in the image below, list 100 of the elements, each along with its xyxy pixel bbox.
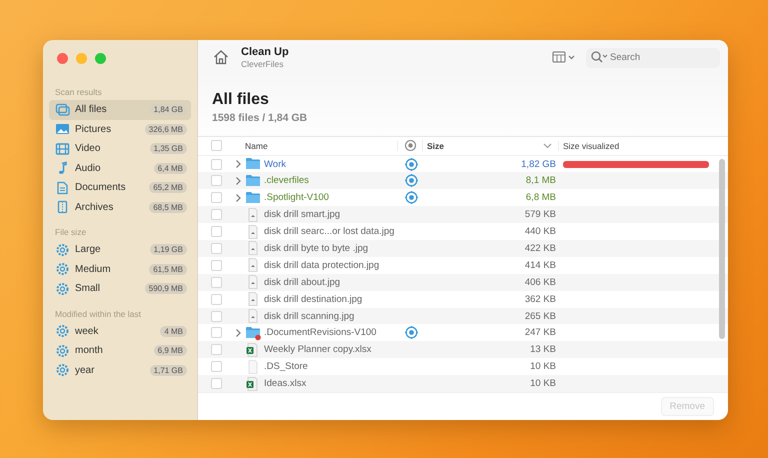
file-size: 414 KB [524, 260, 557, 271]
size-badge: 1,84 GB [150, 104, 187, 116]
file-name: disk drill about.jpg [264, 276, 340, 288]
row-checkbox[interactable] [210, 310, 222, 322]
row-checkbox[interactable] [210, 327, 222, 338]
sidebar-item[interactable]: Documents 65,2 MB [49, 178, 191, 198]
file-size: 579 KB [524, 209, 557, 220]
row-checkbox[interactable] [210, 260, 222, 271]
row-checkbox[interactable] [210, 361, 222, 372]
row-checkbox[interactable] [210, 158, 222, 170]
row-checkbox[interactable] [210, 276, 222, 288]
document-icon [55, 180, 70, 195]
file-size: 362 KB [524, 294, 557, 305]
gear-icon [55, 324, 70, 338]
sidebar-item[interactable]: Video 1,35 GB [49, 139, 191, 158]
file-name: Work [264, 158, 286, 170]
row-checkbox[interactable] [210, 344, 222, 356]
size-badge: 6,9 MB [154, 345, 187, 356]
file-name: .Spotlight-V100 [264, 192, 329, 204]
sidebar-item[interactable]: Pictures 326,6 MB [49, 120, 191, 139]
search-field[interactable]: Search [586, 48, 720, 68]
target-icon[interactable] [404, 158, 418, 170]
sidebar-item[interactable]: Large 1,19 GB [49, 240, 191, 260]
file-size: 440 KB [524, 226, 557, 238]
size-badge: 326,6 MB [144, 124, 187, 135]
file-name: .DocumentRevisions-V100 [264, 327, 376, 338]
file-name: disk drill byte to byte .jpg [264, 242, 368, 254]
file-size: 1,82 GB [520, 158, 557, 170]
select-all-checkbox[interactable] [210, 140, 222, 152]
row-checkbox[interactable] [210, 192, 222, 204]
column-header[interactable]: Size [423, 140, 559, 151]
row-checkbox[interactable] [210, 294, 222, 305]
size-badge: 1,19 GB [150, 244, 187, 256]
window-title: Clean Up [241, 46, 289, 58]
size-badge: 68,5 MB [149, 202, 187, 213]
file-name: .DS_Store [264, 361, 308, 372]
row-checkbox[interactable] [210, 378, 222, 390]
gear-icon [55, 242, 70, 257]
sidebar-item[interactable]: week 4 MB [49, 322, 191, 341]
zoom-icon[interactable] [95, 53, 106, 64]
file-name: .cleverfiles [264, 175, 309, 186]
gear-icon [55, 344, 70, 358]
film-icon [55, 142, 70, 156]
home-icon[interactable] [212, 48, 230, 66]
minimize-icon[interactable] [76, 53, 87, 64]
gear-icon [55, 262, 70, 276]
column-header[interactable]: Size visualized [559, 140, 713, 151]
folder-icon [245, 172, 261, 189]
target-icon[interactable] [404, 139, 416, 152]
size-badge: 61,5 MB [149, 264, 187, 275]
file-size: 247 KB [524, 327, 557, 338]
row-checkbox[interactable] [210, 175, 222, 186]
file-summary: 1598 files / 1,84 GB [212, 112, 308, 124]
file-size: 10 KB [529, 378, 557, 390]
section-heading: Scan results [54, 86, 103, 99]
chevron-right-icon[interactable] [234, 159, 242, 169]
file-name: disk drill scanning.jpg [264, 310, 354, 322]
size-badge: 1,71 GB [150, 364, 187, 376]
sidebar-item[interactable]: month 6,9 MB [49, 341, 191, 360]
row-checkbox[interactable] [210, 242, 222, 254]
size-badge: 4 MB [160, 326, 187, 337]
gear-icon [55, 363, 70, 378]
file-size: 8,1 MB [524, 175, 557, 186]
file-name: Ideas.xlsx [264, 378, 306, 390]
chevron-right-icon[interactable] [234, 328, 242, 338]
archive-icon [55, 200, 70, 214]
target-icon[interactable] [404, 191, 418, 204]
section-heading: Modified within the last [54, 308, 142, 320]
window-subtitle: CleverFiles [241, 58, 285, 69]
file-name: Weekly Planner copy.xlsx [264, 344, 372, 356]
section-heading: File size [54, 226, 88, 239]
sidebar-item[interactable]: Small 590,9 MB [49, 279, 191, 298]
page-title: All files [212, 90, 270, 109]
size-badge: 1,35 GB [150, 143, 187, 154]
file-name: disk drill destination.jpg [264, 294, 362, 305]
stacked-windows-icon [55, 102, 70, 117]
chevron-right-icon[interactable] [234, 176, 242, 186]
size-badge: 590,9 MB [144, 283, 187, 294]
sidebar-item[interactable]: Archives 68,5 MB [49, 198, 191, 217]
sidebar-item[interactable]: Audio 6,4 MB [49, 158, 191, 178]
file-size: 422 KB [524, 242, 557, 254]
row-checkbox[interactable] [210, 226, 222, 238]
row-checkbox[interactable] [210, 209, 222, 220]
file-size: 406 KB [524, 276, 557, 288]
chevron-down-icon [543, 142, 552, 149]
table-view-icon[interactable] [552, 50, 576, 64]
file-name: disk drill data protection.jpg [264, 260, 380, 271]
column-header[interactable]: Name [234, 140, 398, 151]
folder-icon [245, 156, 261, 172]
target-icon[interactable] [404, 174, 418, 188]
target-icon[interactable] [404, 326, 418, 340]
sidebar-item[interactable]: All files 1,84 GB [49, 100, 191, 120]
chevron-right-icon[interactable] [234, 192, 242, 203]
sidebar-item[interactable]: year 1,71 GB [49, 360, 191, 380]
file-name: disk drill searc...or lost data.jpg [264, 226, 394, 238]
file-size: 6,8 MB [524, 192, 557, 204]
size-badge: 6,4 MB [154, 162, 187, 174]
close-icon[interactable] [57, 53, 68, 64]
file-size: 265 KB [524, 310, 557, 322]
sidebar-item[interactable]: Medium 61,5 MB [49, 260, 191, 279]
